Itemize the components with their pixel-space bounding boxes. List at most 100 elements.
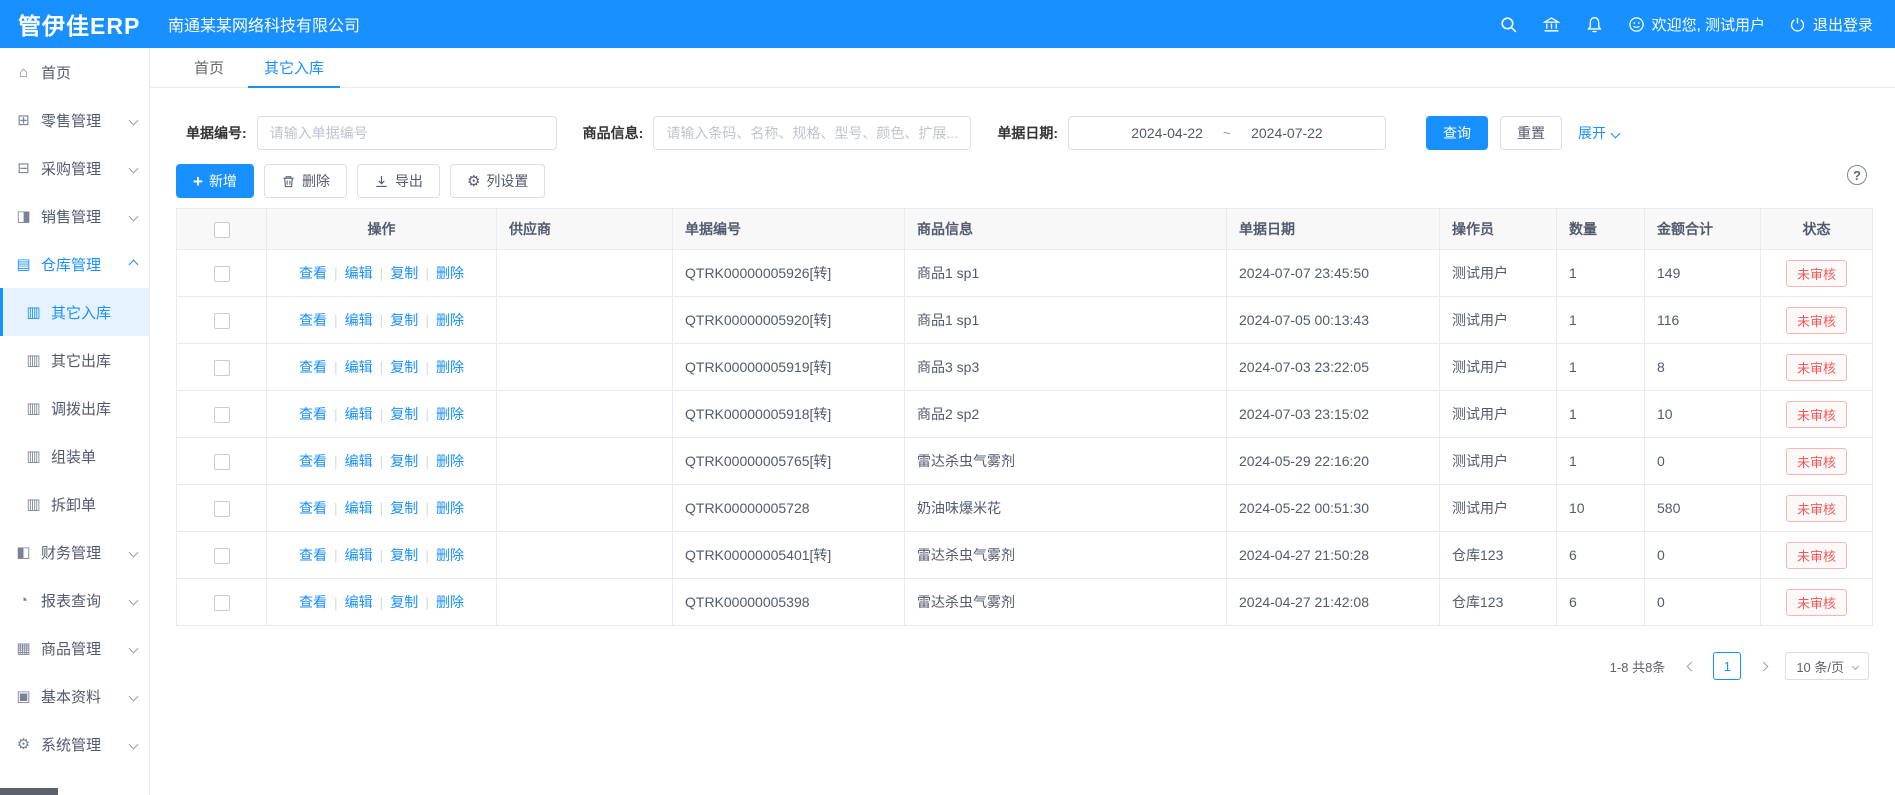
- row-action-edit[interactable]: 编辑: [345, 453, 373, 469]
- sidebar-item-label: 系统管理: [41, 734, 101, 755]
- doc-icon: ▥: [24, 303, 43, 321]
- sidebar-item-label: 商品管理: [41, 638, 101, 659]
- cell-supplier: [497, 532, 673, 579]
- row-action-edit[interactable]: 编辑: [345, 547, 373, 563]
- sidebar-subitem-other-outbound[interactable]: ▥其它出库: [0, 336, 149, 384]
- column-header-3: 商品信息: [905, 209, 1227, 250]
- row-action-delete[interactable]: 删除: [436, 265, 464, 281]
- row-action-copy[interactable]: 复制: [390, 594, 418, 610]
- search-button[interactable]: 查询: [1426, 116, 1488, 150]
- bank-icon[interactable]: [1542, 15, 1561, 34]
- cell-status: 未审核: [1761, 250, 1873, 297]
- row-action-view[interactable]: 查看: [299, 265, 327, 281]
- row-action-delete[interactable]: 删除: [436, 453, 464, 469]
- reset-button[interactable]: 重置: [1500, 116, 1562, 150]
- sidebar-item-sales[interactable]: ◨销售管理: [0, 192, 149, 240]
- sidebar-subitem-disassembly[interactable]: ▥拆卸单: [0, 480, 149, 528]
- row-checkbox[interactable]: [214, 407, 230, 423]
- row-action-edit[interactable]: 编辑: [345, 312, 373, 328]
- sidebar-item-purchase[interactable]: ⊟采购管理: [0, 144, 149, 192]
- expand-link[interactable]: 展开: [1578, 123, 1619, 143]
- export-button[interactable]: 导出: [357, 164, 440, 198]
- row-checkbox[interactable]: [214, 266, 230, 282]
- row-action-view[interactable]: 查看: [299, 594, 327, 610]
- row-action-copy[interactable]: 复制: [390, 265, 418, 281]
- row-action-delete[interactable]: 删除: [436, 312, 464, 328]
- product-info-input[interactable]: [653, 116, 971, 150]
- sidebar-item-system[interactable]: ⚙系统管理: [0, 720, 149, 768]
- next-page-button[interactable]: [1751, 652, 1775, 680]
- row-action-edit[interactable]: 编辑: [345, 265, 373, 281]
- select-all-checkbox[interactable]: [214, 222, 230, 238]
- sidebar-item-label: 零售管理: [41, 110, 101, 131]
- row-action-delete[interactable]: 删除: [436, 594, 464, 610]
- row-action-edit[interactable]: 编辑: [345, 359, 373, 375]
- row-checkbox[interactable]: [214, 595, 230, 611]
- row-action-view[interactable]: 查看: [299, 312, 327, 328]
- row-action-copy[interactable]: 复制: [390, 406, 418, 422]
- row-checkbox[interactable]: [214, 360, 230, 376]
- sidebar-item-report[interactable]: ◔报表查询: [0, 576, 149, 624]
- cell-quantity: 6: [1557, 579, 1645, 626]
- sidebar-item-warehouse[interactable]: ▤仓库管理: [0, 240, 149, 288]
- sidebar-item-retail[interactable]: ⊞零售管理: [0, 96, 149, 144]
- row-checkbox[interactable]: [214, 313, 230, 329]
- row-action-copy[interactable]: 复制: [390, 453, 418, 469]
- row-checkbox[interactable]: [214, 454, 230, 470]
- row-action-edit[interactable]: 编辑: [345, 406, 373, 422]
- date-range-picker[interactable]: 2024-04-22 ~ 2024-07-22: [1068, 116, 1386, 150]
- row-action-copy[interactable]: 复制: [390, 312, 418, 328]
- row-action-view[interactable]: 查看: [299, 359, 327, 375]
- row-action-copy[interactable]: 复制: [390, 359, 418, 375]
- row-action-edit[interactable]: 编辑: [345, 594, 373, 610]
- row-action-copy[interactable]: 复制: [390, 500, 418, 516]
- row-action-edit[interactable]: 编辑: [345, 500, 373, 516]
- row-action-view[interactable]: 查看: [299, 406, 327, 422]
- header-actions: 欢迎您, 测试用户 退出登录: [1499, 14, 1873, 35]
- bell-icon[interactable]: [1585, 15, 1604, 34]
- cell-product-info: 奶油味爆米花: [905, 485, 1227, 532]
- search-icon[interactable]: [1499, 15, 1518, 34]
- welcome-user[interactable]: 欢迎您, 测试用户: [1628, 14, 1765, 35]
- help-icon[interactable]: ?: [1847, 165, 1867, 185]
- cell-quantity: 1: [1557, 438, 1645, 485]
- column-settings-button[interactable]: ⚙ 列设置: [450, 164, 545, 198]
- row-action-view[interactable]: 查看: [299, 547, 327, 563]
- row-action-delete[interactable]: 删除: [436, 406, 464, 422]
- row-checkbox[interactable]: [214, 501, 230, 517]
- row-action-copy[interactable]: 复制: [390, 547, 418, 563]
- date-to-value[interactable]: 2024-07-22: [1251, 125, 1323, 141]
- delete-button[interactable]: 删除: [264, 164, 347, 198]
- row-action-delete[interactable]: 删除: [436, 547, 464, 563]
- row-action-delete[interactable]: 删除: [436, 359, 464, 375]
- cell-date: 2024-04-27 21:42:08: [1227, 579, 1440, 626]
- row-checkbox[interactable]: [214, 548, 230, 564]
- tab-home[interactable]: 首页: [178, 48, 240, 87]
- order-no-input[interactable]: [257, 116, 557, 150]
- cell-status: 未审核: [1761, 344, 1873, 391]
- filter-bar: 单据编号: 商品信息: 单据日期: 2024-04-22 ~ 2024-07-2…: [176, 116, 1869, 150]
- sidebar-subitem-transfer-outbound[interactable]: ▥调拨出库: [0, 384, 149, 432]
- date-from-value[interactable]: 2024-04-22: [1131, 125, 1203, 141]
- page-size-select[interactable]: 10 条/页: [1785, 652, 1869, 680]
- sidebar-item-goods[interactable]: ▦商品管理: [0, 624, 149, 672]
- sidebar-subitem-other-inbound[interactable]: ▥其它入库: [0, 288, 149, 336]
- row-action-delete[interactable]: 删除: [436, 500, 464, 516]
- filter-date: 单据日期: 2024-04-22 ~ 2024-07-22: [997, 116, 1386, 150]
- action-separator: |: [380, 265, 384, 281]
- add-button[interactable]: + 新增: [176, 164, 254, 198]
- cell-supplier: [497, 250, 673, 297]
- row-action-view[interactable]: 查看: [299, 500, 327, 516]
- page-number-button[interactable]: 1: [1713, 652, 1741, 680]
- sidebar-item-finance[interactable]: ◧财务管理: [0, 528, 149, 576]
- sidebar-item-home[interactable]: ⌂首页: [0, 48, 149, 96]
- cell-amount: 0: [1645, 532, 1761, 579]
- prev-page-button[interactable]: [1679, 652, 1703, 680]
- sidebar-item-basedata[interactable]: ▣基本资料: [0, 672, 149, 720]
- cell-status: 未审核: [1761, 438, 1873, 485]
- sidebar-scrollbar-thumb[interactable]: [0, 788, 58, 795]
- logout-button[interactable]: 退出登录: [1789, 14, 1873, 35]
- sidebar-subitem-assembly[interactable]: ▥组装单: [0, 432, 149, 480]
- row-action-view[interactable]: 查看: [299, 453, 327, 469]
- tab-other-inbound[interactable]: 其它入库: [248, 48, 340, 87]
